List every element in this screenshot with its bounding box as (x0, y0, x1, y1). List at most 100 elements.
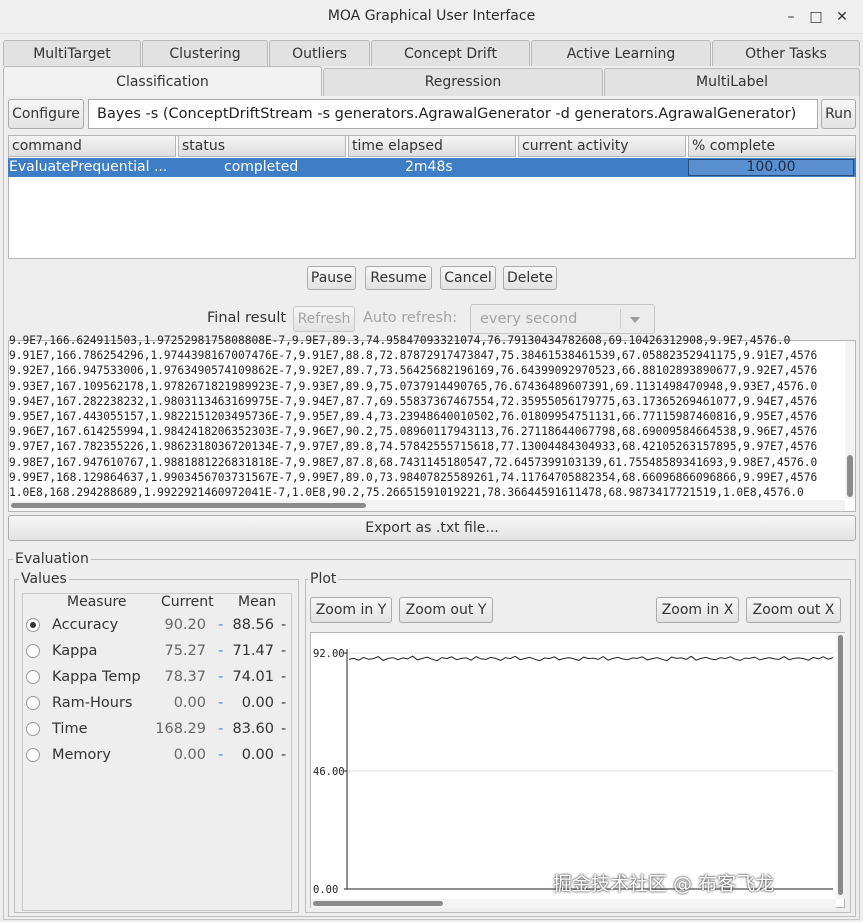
export-txt-button[interactable]: Export as .txt file... (8, 515, 856, 541)
log-line: 1.0E8,168.294288689,1.9922921460972041E-… (9, 486, 804, 499)
measure-mean: 74.01 (232, 669, 274, 685)
y-tick-label: 0.00 (313, 884, 338, 896)
configure-button[interactable]: Configure (8, 99, 84, 129)
progress-bar: 100.00 (688, 159, 854, 176)
auto-refresh-label: Auto refresh: (363, 310, 458, 326)
column-header-status[interactable]: status (178, 135, 346, 157)
log-line: 9.98E7,167.947610767,1.9881881226831818E… (9, 455, 818, 469)
zoom-out-y-button[interactable]: Zoom out Y (399, 597, 493, 623)
tab-multilabel[interactable]: MultiLabel (604, 68, 860, 97)
tab-other-tasks[interactable]: Other Tasks (712, 40, 860, 66)
mean-dash: - (281, 617, 287, 633)
mean-dash: - (281, 721, 287, 737)
accuracy-series-line (348, 655, 834, 662)
plot-vertical-scrollbar-thumb[interactable] (838, 635, 843, 895)
minimize-icon[interactable]: – (781, 7, 801, 27)
plot-area[interactable]: 92.00 46.00 0.00 (310, 632, 845, 908)
radio-button[interactable] (26, 644, 40, 658)
radio-button[interactable] (26, 618, 40, 632)
column-header-command[interactable]: command (8, 135, 176, 157)
plot-horizontal-scrollbar-thumb[interactable] (313, 901, 443, 906)
log-line: 9.96E7,167.614255994,1.9842418206352303E… (9, 425, 818, 439)
pause-button[interactable]: Pause (307, 266, 356, 290)
horizontal-scrollbar-thumb[interactable] (11, 503, 366, 508)
values-title: Values (19, 571, 69, 587)
measure-current: 78.37 (164, 669, 206, 685)
maximize-icon[interactable]: □ (806, 7, 826, 27)
refresh-button[interactable]: Refresh (293, 306, 355, 332)
measure-row-accuracy[interactable]: Accuracy 90.20-88.56- (24, 614, 292, 636)
row-status: completed (224, 159, 299, 175)
measure-name: Kappa (52, 643, 98, 659)
command-field[interactable]: Bayes -s (ConceptDriftStream -s generato… (88, 99, 818, 129)
window-title: MOA Graphical User Interface (327, 8, 536, 24)
auto-refresh-value: every second (480, 311, 578, 327)
tab-clustering[interactable]: Clustering (142, 40, 268, 66)
column-header-time-elapsed[interactable]: time elapsed (348, 135, 516, 157)
tab-regression[interactable]: Regression (323, 68, 603, 97)
tab-active-learning[interactable]: Active Learning (531, 40, 711, 66)
tab-multitarget[interactable]: MultiTarget (3, 40, 141, 66)
y-tick-label: 46.00 (313, 766, 345, 778)
measure-current: 90.20 (164, 617, 206, 633)
measure-row-ram-hours[interactable]: Ram-Hours 0.00-0.00- (24, 692, 292, 714)
auto-refresh-select[interactable]: every second (470, 304, 655, 334)
measure-current: 75.27 (164, 643, 206, 659)
zoom-in-y-button[interactable]: Zoom in Y (310, 597, 392, 623)
tab-classification[interactable]: Classification (3, 66, 322, 97)
plot-title: Plot (308, 571, 339, 587)
chevron-down-icon (630, 317, 640, 323)
log-line: 9.95E7,167.443055157,1.9822151203495736E… (9, 410, 818, 423)
row-time-elapsed: 2m48s (405, 159, 453, 175)
progress-label: 100.00 (746, 159, 796, 175)
log-line: 9.93E7,167.109562178,1.9782671821989923E… (9, 379, 818, 393)
current-header: Current (161, 594, 214, 610)
measure-mean: 88.56 (232, 617, 274, 633)
mean-dash: - (281, 669, 287, 685)
vertical-scrollbar-thumb[interactable] (847, 455, 853, 497)
measure-mean: 71.47 (232, 643, 274, 659)
row-command: EvaluatePrequential ... (9, 159, 168, 175)
delete-button[interactable]: Delete (503, 266, 557, 290)
evaluation-title: Evaluation (13, 551, 91, 567)
resume-button[interactable]: Resume (365, 266, 432, 290)
log-lines: 9.9E7,166.624911503,1.9725298175808808E-… (0, 333, 845, 501)
mean-header: Mean (238, 594, 277, 610)
measure-row-kappa-temp[interactable]: Kappa Temp 78.37-74.01- (24, 666, 292, 688)
cancel-button[interactable]: Cancel (440, 266, 496, 290)
radio-button[interactable] (26, 696, 40, 710)
radio-button[interactable] (26, 670, 40, 684)
plot-vertical-scrollbar[interactable] (836, 633, 845, 899)
measure-mean: 83.60 (232, 721, 274, 737)
tab-outliers[interactable]: Outliers (269, 40, 370, 66)
log-line: 9.99E7,168.129864637,1.9903456703731567E… (9, 470, 818, 484)
zoom-out-x-button[interactable]: Zoom out X (746, 597, 841, 623)
column-header-current-activity[interactable]: current activity (518, 135, 686, 157)
log-line: 9.9E7,166.624911503,1.9725298175808808E-… (9, 334, 791, 347)
horizontal-scrollbar[interactable] (9, 500, 845, 511)
row-current-activity (520, 158, 680, 177)
measure-row-memory[interactable]: Memory 0.00-0.00- (24, 744, 292, 766)
log-line: 9.94E7,167.282238232,1.9803113463169975E… (9, 394, 818, 408)
y-tick-label: 92.00 (313, 648, 345, 660)
measure-name: Accuracy (52, 617, 119, 633)
measure-name: Kappa Temp (52, 669, 141, 685)
radio-button[interactable] (26, 748, 40, 762)
measure-header: Measure (67, 594, 127, 610)
tab-concept-drift[interactable]: Concept Drift (371, 40, 530, 66)
watermark: 掘金技术社区 @ 布客飞龙 (553, 873, 775, 895)
plot-horizontal-scrollbar[interactable] (311, 899, 836, 908)
mean-dash: - (281, 695, 287, 711)
radio-button[interactable] (26, 722, 40, 736)
measure-name: Memory (52, 747, 111, 763)
final-result-label: Final result (207, 310, 287, 326)
vertical-scrollbar[interactable] (845, 341, 855, 499)
close-icon[interactable]: ✕ (832, 7, 852, 27)
measure-mean: 0.00 (241, 695, 274, 711)
measure-row-time[interactable]: Time 168.29-83.60- (24, 718, 292, 740)
column-header-percent-complete[interactable]: % complete (688, 135, 856, 157)
run-button[interactable]: Run (821, 99, 856, 129)
zoom-in-x-button[interactable]: Zoom in X (656, 597, 739, 623)
measure-row-kappa[interactable]: Kappa 75.27-71.47- (24, 640, 292, 662)
measure-name: Ram-Hours (52, 695, 133, 711)
